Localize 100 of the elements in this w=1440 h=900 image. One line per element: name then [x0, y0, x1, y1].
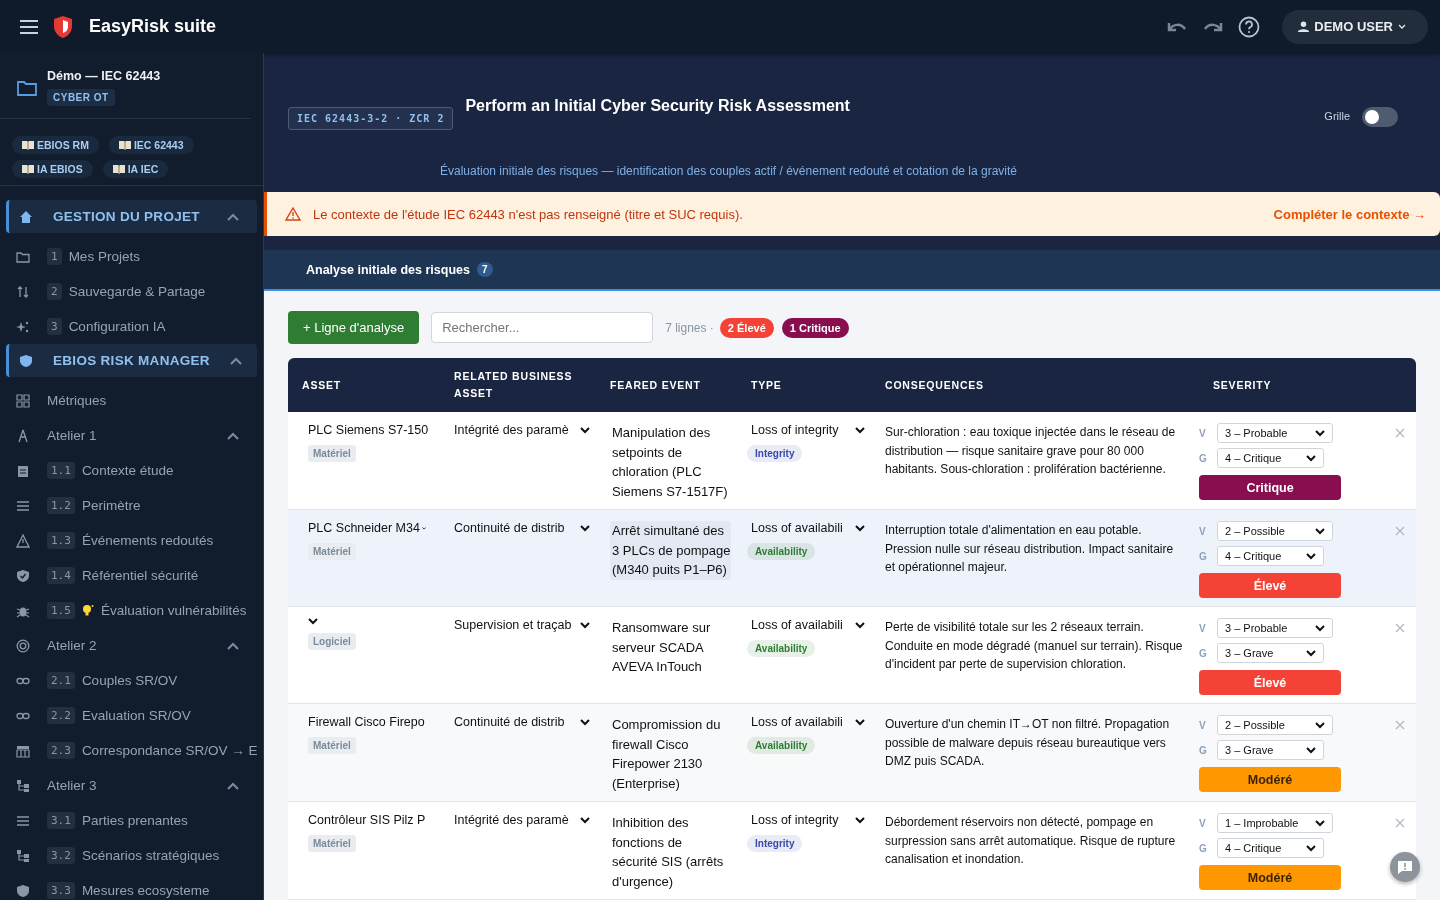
asset-select[interactable]: Contrôleur SIS Pilz P — [308, 813, 426, 827]
caret-icon — [855, 621, 865, 629]
column-header: SEVERITY — [1212, 377, 1273, 393]
nav-group-label: Atelier 2 — [47, 638, 98, 653]
gravity-select[interactable]: 4 – Critique — [1217, 448, 1324, 468]
asset-select[interactable]: Firewall Cisco Firepo — [308, 715, 426, 729]
nav-item[interactable]: Référentiel sécurité — [81, 568, 199, 583]
type-select[interactable]: Loss of integrity — [751, 423, 865, 437]
nav-item[interactable]: Correspondance SR/OV → E — [81, 743, 258, 758]
chevron-icon[interactable] — [227, 781, 239, 790]
nav-item[interactable]: Couples SR/OV — [81, 673, 178, 688]
type-select[interactable]: Loss of availabili — [751, 618, 865, 632]
feared-event-text[interactable]: Compromission du firewall Cisco Firepower 2130 (Enterprise) — [610, 715, 731, 793]
likelihood-select[interactable]: 2 – Possible — [1217, 715, 1333, 735]
caret-icon — [1306, 552, 1316, 560]
caret-icon — [1306, 649, 1316, 657]
nav-item[interactable]: Sauvegarde & Partage — [68, 284, 206, 299]
list-icon — [16, 498, 30, 513]
nav-section-header[interactable]: GESTION DU PROJET — [6, 200, 257, 233]
help-icon[interactable] — [1238, 15, 1261, 38]
nav-item[interactable]: Parties prenantes — [81, 813, 188, 828]
feared-event-text[interactable]: Ransomware sur serveur SCADA AVEVA InTouch — [610, 618, 731, 677]
add-row-button[interactable]: + Ligne d'analyse — [288, 311, 420, 344]
business-asset-select[interactable]: Supervision et traçab — [454, 618, 590, 632]
likelihood-select[interactable]: 1 – Improbable — [1217, 813, 1333, 833]
nav-item[interactable]: Métriques — [47, 393, 107, 408]
business-asset-select[interactable]: Continuité de distrib — [454, 715, 590, 729]
gravity-select[interactable]: 3 – Grave — [1217, 740, 1324, 760]
nav-group[interactable]: Atelier 2 — [6, 628, 257, 663]
menu-icon[interactable] — [19, 18, 39, 35]
caret-icon — [580, 816, 590, 824]
caret-icon — [580, 524, 590, 532]
likelihood-select[interactable]: 3 – Probable — [1217, 423, 1333, 443]
gravity-select[interactable]: 4 – Critique — [1217, 838, 1324, 858]
nav-item[interactable]: Événements redoutés — [81, 533, 214, 548]
table-row[interactable] — [288, 704, 1416, 802]
nav-item[interactable]: Évaluation vulnérabilités — [100, 603, 247, 618]
step-number: 3.2 — [47, 847, 75, 864]
caret-icon — [855, 816, 865, 824]
type-tag: Availability — [747, 543, 816, 560]
search-field[interactable]: Rechercher... — [431, 312, 654, 343]
severity-count-badge: 2 Élevé — [719, 317, 774, 338]
asset-select[interactable]: PLC Schneider M34 — [308, 521, 426, 535]
nav-item[interactable]: Mes Projets — [68, 249, 140, 264]
chevron-icon[interactable] — [227, 431, 239, 440]
chevron-icon[interactable] — [227, 641, 239, 650]
feared-event-text[interactable]: Manipulation des setpoints de chloration (PLC Siemens S7-1517F) — [610, 423, 731, 501]
severity-badge: Élevé — [1199, 573, 1341, 598]
guide-chip[interactable]: IEC 62443 — [108, 136, 194, 154]
business-asset-select[interactable]: Intégrité des paramè — [454, 423, 590, 437]
caret-icon — [1315, 819, 1325, 827]
guide-chip[interactable]: IA IEC — [102, 160, 169, 178]
home-icon — [19, 209, 33, 224]
caret-icon — [580, 621, 590, 629]
table-row[interactable] — [288, 510, 1416, 607]
user-menu-button[interactable]: DEMO USER — [1282, 9, 1428, 44]
type-select[interactable]: Loss of integrity — [751, 813, 865, 827]
step-number: 1.2 — [47, 497, 75, 514]
step-number: 1.3 — [47, 532, 75, 549]
asset-select[interactable]: PLC Siemens S7-150 — [308, 423, 426, 437]
column-header: ASSET — [301, 377, 342, 393]
user-icon — [1298, 21, 1310, 32]
business-asset-select[interactable]: Continuité de distrib — [454, 521, 590, 535]
nav-item[interactable]: Contexte étude — [81, 463, 174, 478]
likelihood-select[interactable]: 2 – Possible — [1217, 521, 1333, 541]
nav-item[interactable]: Mesures ecosysteme — [81, 883, 210, 898]
caret-icon — [855, 426, 865, 434]
book-icon — [22, 164, 34, 174]
guide-chip[interactable]: IA EBIOS — [12, 160, 93, 178]
consequences-text: Sur-chloration : eau toxique injectée dans le réseau de distribution — risque sanitaire grave pour 80 000 habitants. Sous-chloration : prolifération bactérienne. — [885, 424, 1177, 478]
column-header: FEARED EVENT — [609, 377, 702, 393]
page-subtitle: Évaluation initiale des risques — identification des couples actif / événement redouté et cotation de la gravité — [440, 164, 1018, 178]
consequences-text: Ouverture d'un chemin IT→OT non filtré. Propagation possible de malware depuis réseau bureautique vers DMZ puis SCADA. — [885, 716, 1171, 770]
chevron-icon[interactable] — [227, 212, 239, 221]
likelihood-select[interactable]: 3 – Probable — [1217, 618, 1333, 638]
caret-icon — [1306, 844, 1316, 852]
shield-logo-icon — [53, 14, 73, 39]
chevron-icon[interactable] — [229, 356, 242, 365]
nav-group[interactable]: Atelier 1 — [6, 418, 257, 453]
shieldcheck-icon — [16, 568, 30, 583]
feared-event-text[interactable]: Inhibition des fonctions de sécurité SIS (arrêts d'urgence) — [610, 813, 731, 891]
gravity-select[interactable]: 3 – Grave — [1217, 643, 1324, 663]
feared-event-text[interactable]: Arrêt simultané des 3 PLCs de pompage (M340 puits P1–P6) — [610, 521, 731, 580]
guide-chip[interactable]: EBIOS RM — [12, 136, 99, 154]
type-tag: Integrity — [747, 445, 803, 462]
gravity-label: G — [1199, 647, 1207, 659]
likelihood-label: V — [1199, 427, 1207, 439]
grid-toggle[interactable] — [1362, 107, 1398, 127]
type-select[interactable]: Loss of availabili — [751, 521, 865, 535]
gravity-select[interactable]: 4 – Critique — [1217, 546, 1324, 566]
nav-item[interactable]: Configuration IA — [68, 319, 166, 334]
nav-item[interactable]: Scénarios stratégiques — [81, 848, 220, 863]
nav-section-header[interactable]: EBIOS RISK MANAGER — [6, 344, 257, 377]
type-select[interactable]: Loss of availabili — [751, 715, 865, 729]
nav-item[interactable]: Perimètre — [81, 498, 141, 513]
caret-icon — [855, 718, 865, 726]
business-asset-select[interactable]: Intégrité des paramè — [454, 813, 590, 827]
tree-icon — [16, 778, 30, 793]
nav-item[interactable]: Evaluation SR/OV — [81, 708, 191, 723]
nav-group[interactable]: Atelier 3 — [6, 768, 257, 803]
